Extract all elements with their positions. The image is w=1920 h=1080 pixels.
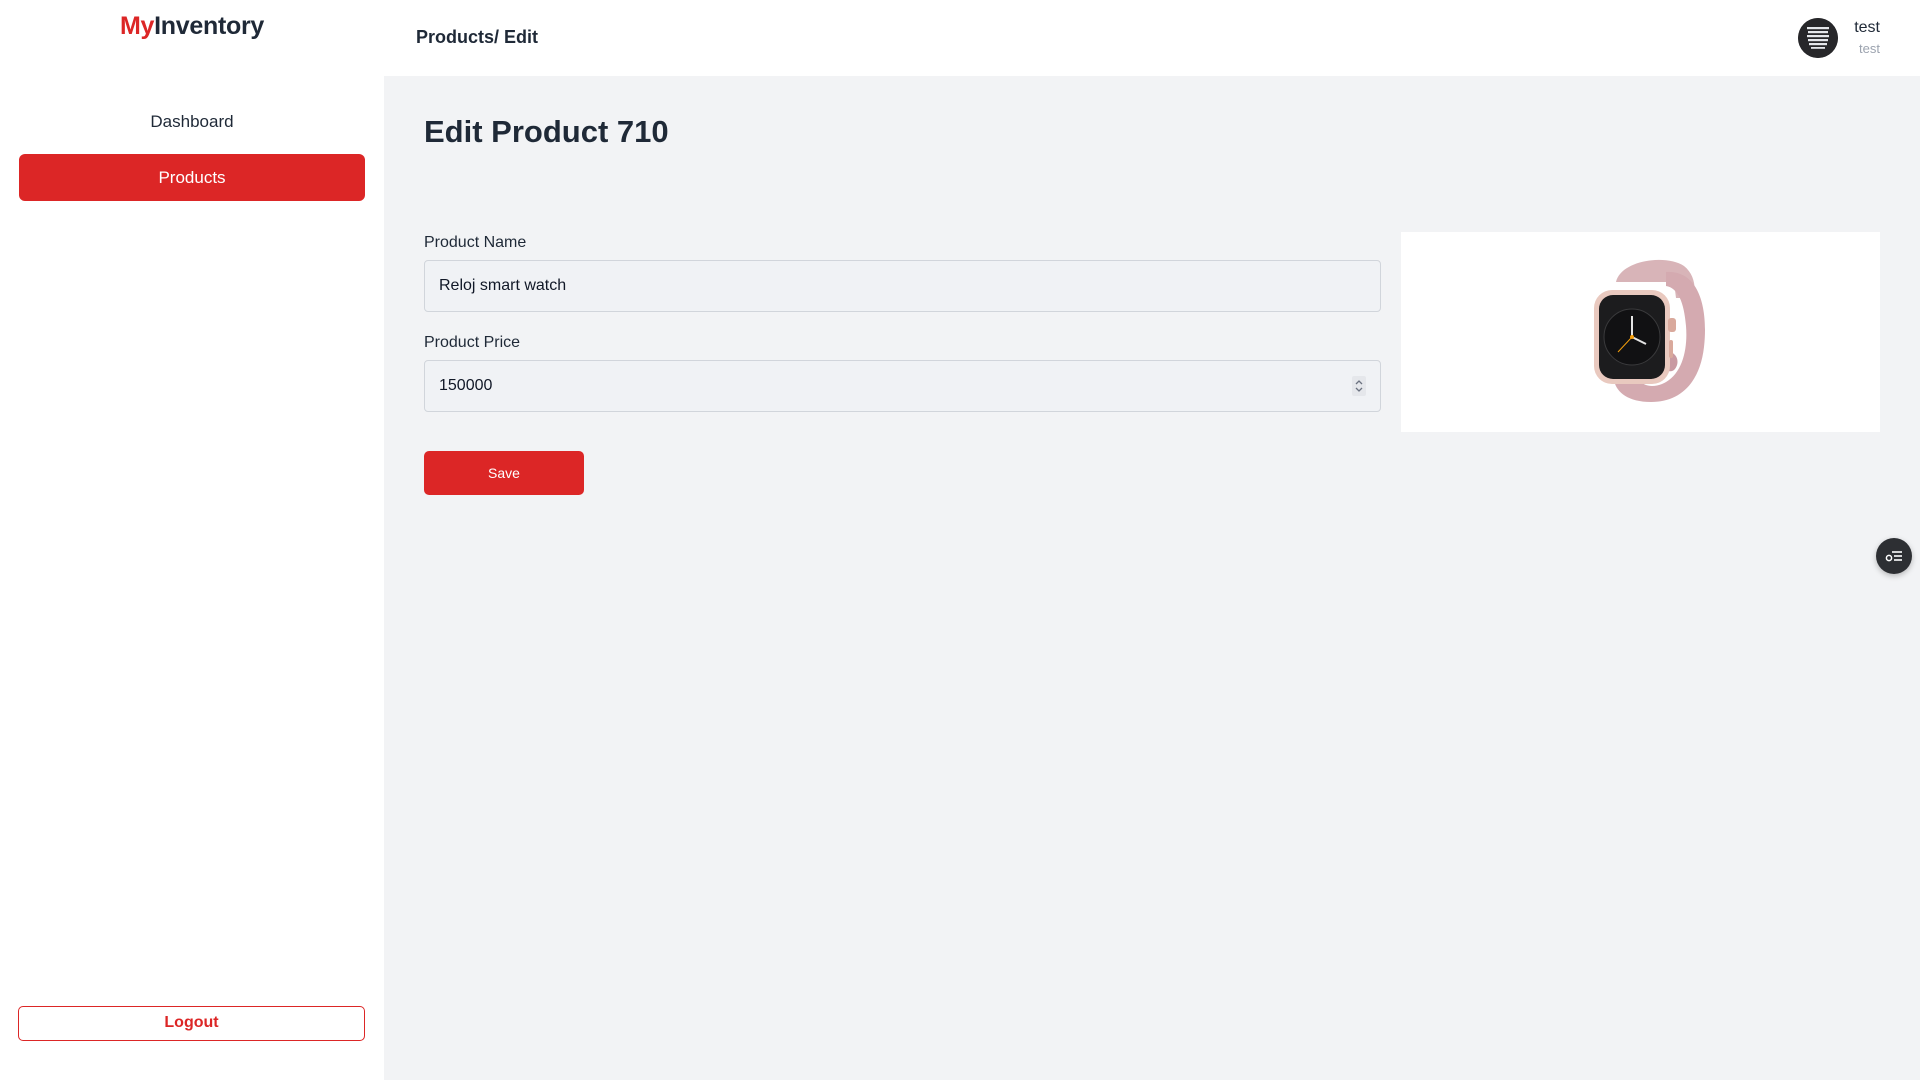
app-logo[interactable]: MyInventory [0, 12, 384, 41]
product-price-input[interactable] [439, 377, 1366, 395]
logo-prefix: My [120, 12, 155, 40]
save-button[interactable]: Save [424, 451, 584, 495]
user-info: test test [1854, 18, 1880, 58]
logo-suffix: Inventory [154, 12, 264, 40]
product-name-label: Product Name [424, 234, 527, 251]
floating-action-button[interactable] [1876, 538, 1912, 574]
top-header: Products/ Edit test test [384, 0, 1920, 76]
main-content: Edit Product 710 Product Name Product Pr… [384, 76, 1920, 1080]
user-name: test [1854, 19, 1880, 36]
stepper-arrows-icon [1355, 380, 1363, 392]
product-price-field[interactable] [424, 360, 1381, 412]
app-root: MyInventory Dashboard Products Logout Pr… [0, 0, 1920, 1080]
page-title: Edit Product 710 [424, 114, 669, 149]
user-subtitle: test [1859, 41, 1880, 56]
avatar[interactable] [1798, 18, 1839, 58]
product-image [1401, 232, 1880, 432]
sidebar-nav: Dashboard Products [19, 98, 365, 210]
logout-button[interactable]: Logout [18, 1006, 365, 1041]
user-menu[interactable]: test test [1798, 18, 1880, 60]
product-name-input[interactable] [439, 277, 1366, 295]
smart-watch-image [1593, 259, 1705, 402]
price-stepper[interactable] [1352, 376, 1366, 396]
sidebar-item-dashboard[interactable]: Dashboard [19, 98, 365, 145]
breadcrumb: Products/ Edit [416, 27, 539, 47]
avatar-image [1798, 18, 1839, 58]
sidebar: MyInventory Dashboard Products Logout [0, 0, 384, 1080]
product-name-field[interactable] [424, 260, 1381, 312]
sidebar-item-products[interactable]: Products [19, 154, 365, 201]
list-settings-icon [1885, 551, 1902, 562]
product-price-label: Product Price [424, 334, 521, 351]
